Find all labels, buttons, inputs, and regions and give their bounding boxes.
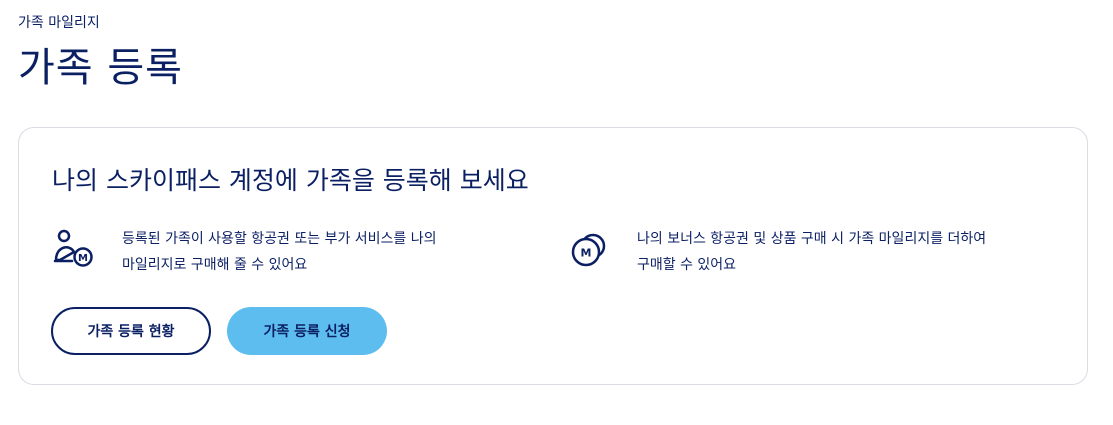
family-apply-button[interactable]: 가족 등록 신청: [227, 307, 387, 355]
feature-text-line: 나의 보너스 항공권 및 상품 구매 시 가족 마일리지를 더하여: [637, 231, 987, 247]
feature-text-line: 구매할 수 있어요: [637, 257, 737, 273]
svg-text:M: M: [78, 253, 88, 264]
bonus-mileage-coins-icon: M: [567, 226, 623, 276]
feature-bonus-purchase: M 나의 보너스 항공권 및 상품 구매 시 가족 마일리지를 더하여 구매할 …: [567, 226, 1067, 278]
breadcrumb: 가족 마일리지: [18, 15, 100, 31]
feature-text-line: 등록된 가족이 사용할 항공권 또는 부가 서비스를 나의: [122, 231, 437, 247]
family-registration-card: 나의 스카이패스 계정에 가족을 등록해 보세요 M 등록된 가족이 사용할 항…: [18, 127, 1088, 385]
page-title: 가족 등록: [18, 45, 183, 91]
svg-text:M: M: [581, 247, 592, 260]
feature-family-purchase: M 등록된 가족이 사용할 항공권 또는 부가 서비스를 나의 마일리지로 구매…: [52, 226, 522, 278]
card-title: 나의 스카이패스 계정에 가족을 등록해 보세요: [52, 166, 529, 195]
family-mileage-icon: M: [52, 226, 108, 276]
family-status-button[interactable]: 가족 등록 현황: [51, 307, 211, 355]
feature-text-line: 마일리지로 구매해 줄 수 있어요: [122, 257, 308, 273]
